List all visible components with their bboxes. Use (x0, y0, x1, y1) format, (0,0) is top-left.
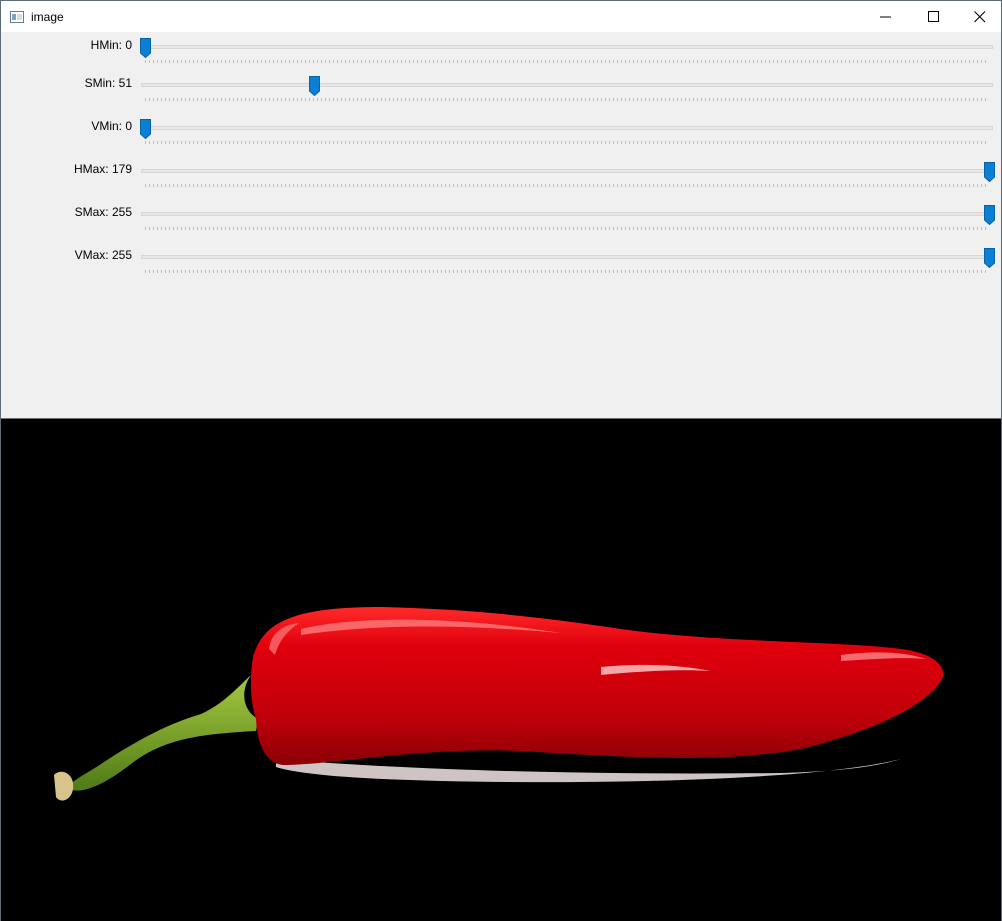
trackbar-vmin: VMin: 0 (1, 114, 1001, 144)
slider-track[interactable] (141, 45, 993, 49)
trackbar-smin: SMin: 51 (1, 71, 1001, 101)
trackbar-label: HMin: 0 (90, 38, 132, 52)
opencv-window: image HMin: 0 SMin: 51 VMin: 0 HMax: 179… (0, 0, 1002, 921)
tick-marks (145, 227, 989, 230)
slider-thumb[interactable] (140, 119, 151, 140)
close-button[interactable] (957, 1, 1002, 32)
maximize-icon (928, 11, 939, 22)
slider-thumb[interactable] (140, 38, 151, 59)
window-title: image (31, 10, 64, 24)
trackbar-label: VMax: 255 (74, 248, 132, 262)
trackbar-smax: SMax: 255 (1, 200, 1001, 230)
trackbar-label: SMax: 255 (74, 205, 132, 219)
slider-thumb[interactable] (984, 162, 995, 183)
trackbar-panel: HMin: 0 SMin: 51 VMin: 0 HMax: 179 SMax:… (1, 32, 1001, 418)
minimize-button[interactable] (863, 1, 909, 32)
slider-thumb[interactable] (984, 205, 995, 226)
minimize-icon (880, 16, 891, 18)
trackbar-label: VMin: 0 (91, 119, 132, 133)
title-bar[interactable]: image (1, 1, 1001, 33)
tick-marks (145, 270, 989, 273)
tick-marks (145, 141, 989, 144)
trackbar-label: SMin: 51 (84, 76, 132, 90)
close-icon (974, 11, 986, 23)
trackbar-hmin: HMin: 0 (1, 33, 1001, 63)
slider-thumb[interactable] (984, 248, 995, 269)
masked-chili-pepper-image (54, 607, 944, 801)
trackbar-hmax: HMax: 179 (1, 157, 1001, 187)
trackbar-label: HMax: 179 (73, 162, 132, 176)
slider-thumb[interactable] (308, 76, 320, 97)
opencv-window-icon (10, 10, 24, 23)
maximize-button[interactable] (911, 1, 957, 32)
slider-track[interactable] (141, 255, 993, 259)
tick-marks (145, 184, 989, 187)
slider-track[interactable] (141, 169, 993, 173)
image-display (1, 418, 1001, 921)
slider-track[interactable] (141, 212, 993, 216)
trackbar-vmax: VMax: 255 (1, 243, 1001, 273)
tick-marks (145, 60, 989, 63)
slider-track[interactable] (141, 83, 993, 87)
tick-marks (145, 98, 989, 101)
slider-track[interactable] (141, 126, 993, 130)
